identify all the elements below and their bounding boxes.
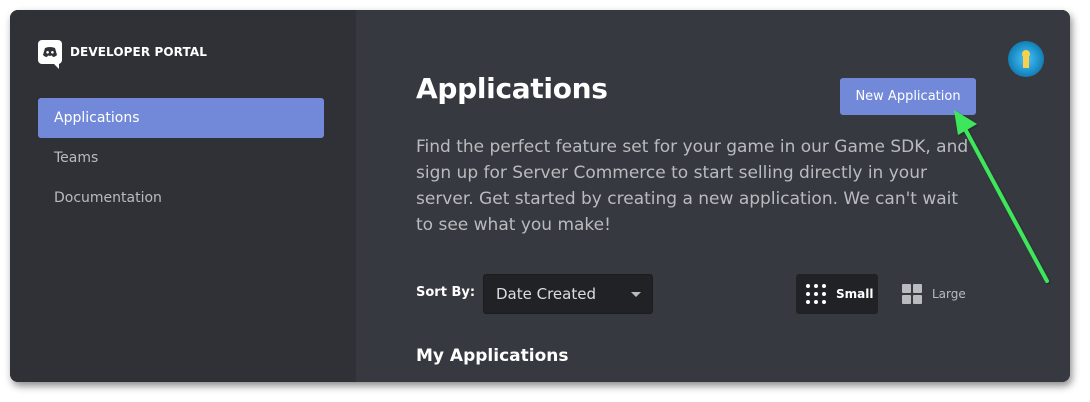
- chevron-down-icon: [631, 292, 641, 297]
- page-title: Applications: [416, 72, 608, 105]
- sort-by-value: Date Created: [496, 285, 596, 303]
- sidebar-item-applications[interactable]: Applications: [38, 98, 324, 138]
- page-description: Find the perfect feature set for your ga…: [416, 137, 969, 235]
- user-avatar[interactable]: [1008, 41, 1044, 77]
- sort-by-label: Sort By:: [416, 285, 476, 300]
- discord-logo-icon: [38, 40, 62, 69]
- new-application-button[interactable]: New Application: [840, 78, 976, 115]
- sidebar-item-documentation[interactable]: Documentation: [38, 178, 324, 218]
- view-small-label: Small: [836, 287, 874, 301]
- brand[interactable]: DEVELOPER PORTAL: [38, 40, 207, 69]
- small-grid-icon: [806, 284, 826, 304]
- developer-portal-window: DEVELOPER PORTAL Applications Teams Docu…: [10, 10, 1070, 382]
- sort-by-select[interactable]: Date Created: [483, 274, 653, 314]
- view-small-toggle[interactable]: Small: [796, 274, 878, 314]
- my-applications-heading: My Applications: [416, 346, 569, 366]
- main-content: Applications New Application Find the pe…: [356, 10, 1070, 382]
- sidebar-nav: Applications Teams Documentation: [38, 98, 324, 218]
- view-large-label: Large: [932, 287, 966, 301]
- brand-label: DEVELOPER PORTAL: [70, 45, 207, 59]
- view-large-toggle[interactable]: Large: [894, 274, 974, 314]
- large-grid-icon: [902, 284, 922, 304]
- sidebar-item-teams[interactable]: Teams: [38, 138, 324, 178]
- sidebar: DEVELOPER PORTAL Applications Teams Docu…: [10, 10, 356, 382]
